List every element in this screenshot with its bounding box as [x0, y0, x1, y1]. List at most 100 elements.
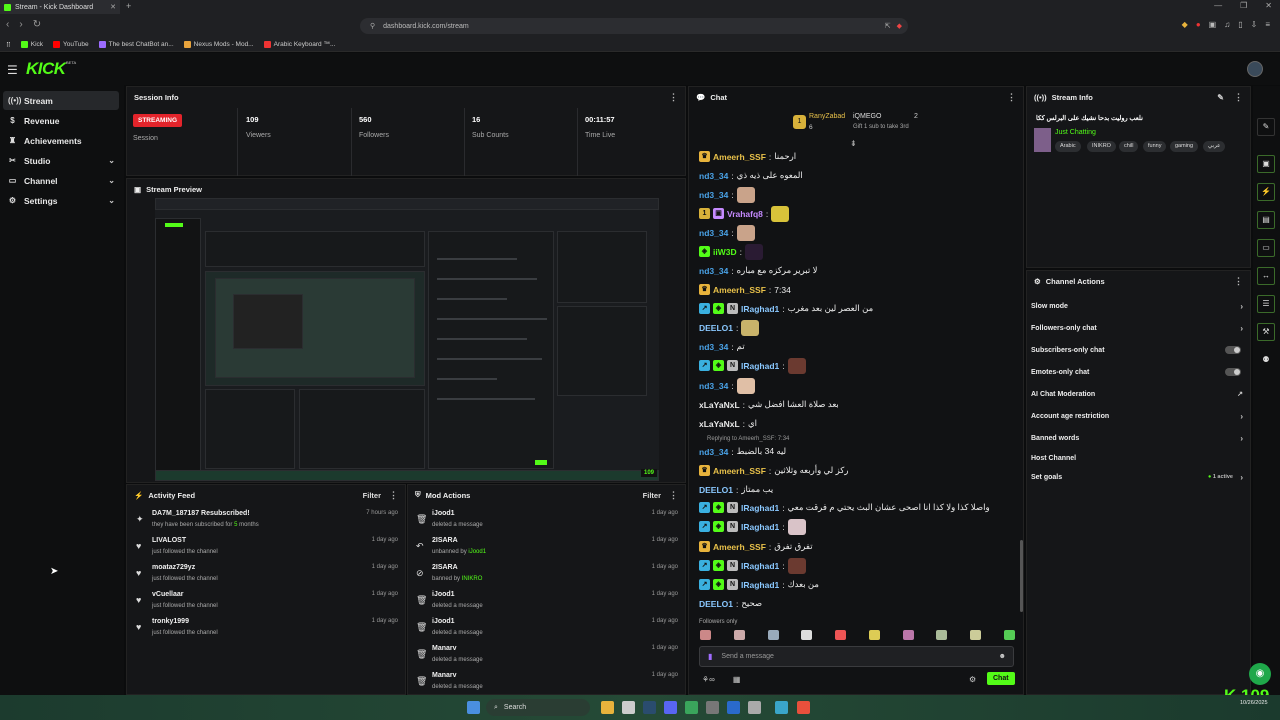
chat-message[interactable]: xLaYaNxL: بعد صلاة العشا افضل شي — [699, 396, 1019, 413]
activity-item[interactable]: ♥ LIVALOST just followed the channel 1 d… — [134, 537, 402, 563]
toggle-switch[interactable] — [1225, 346, 1241, 354]
more-options-icon[interactable]: ⋮ — [669, 490, 678, 501]
more-options-icon[interactable]: ⋮ — [389, 490, 398, 501]
chat-username[interactable]: xLaYaNxL — [699, 400, 740, 410]
emote-icon[interactable] — [1003, 630, 1015, 640]
chat-username[interactable]: nd3_34 — [699, 266, 728, 276]
chat-username[interactable]: nd3_34 — [699, 190, 728, 200]
more-options-icon[interactable]: ⋮ — [1007, 92, 1016, 103]
emote-icon[interactable] — [868, 630, 880, 640]
layers-icon[interactable]: ☰ — [1257, 295, 1275, 313]
forward-icon[interactable]: › — [19, 19, 22, 30]
chat-username[interactable]: nd3_34 — [699, 381, 728, 391]
emote-icon[interactable] — [835, 630, 847, 640]
channel-action-emotes-only-chat[interactable]: Emotes-only chat — [1031, 365, 1243, 379]
chat-message[interactable]: nd3_34: — [699, 186, 1019, 203]
kick-logo[interactable]: KICK — [26, 59, 66, 79]
edit-icon[interactable]: ✎ — [1217, 93, 1224, 102]
sidebar-item-studio[interactable]: ✂ Studio ⌄ — [3, 151, 119, 170]
bookmark[interactable]: The best ChatBot an... — [98, 41, 174, 48]
chat-message[interactable]: DEELO1: يب ممتاز — [699, 481, 1019, 498]
chat-username[interactable]: nd3_34 — [699, 342, 728, 352]
music-icon[interactable]: ♫ — [1224, 20, 1230, 29]
chat-username[interactable]: lRaghad1 — [741, 522, 779, 532]
hamburger-menu-icon[interactable]: ☰ — [7, 63, 18, 77]
chat-username[interactable]: lRaghad1 — [741, 580, 779, 590]
chat-message[interactable]: ◈ iiW3D: — [699, 243, 1019, 260]
start-icon[interactable] — [467, 701, 480, 714]
app-icon[interactable] — [622, 701, 635, 714]
mod-action-item[interactable]: 🗑 iJood1 deleted a message 1 day ago — [414, 510, 682, 536]
emote-icon[interactable] — [936, 630, 948, 640]
mod-action-item[interactable]: 🗑 iJood1 deleted a message 1 day ago — [414, 591, 682, 617]
sub-leaderboard[interactable]: 1 RanyZabad 6 iQMEGO 2 Gift 1 sub to tak… — [700, 110, 1020, 150]
folder-icon[interactable] — [601, 701, 614, 714]
chat-username[interactable]: DEELO1 — [699, 323, 733, 333]
channel-action-account-age-restriction[interactable]: Account age restriction › — [1031, 409, 1243, 423]
emote-icon[interactable] — [801, 630, 813, 640]
discord-icon[interactable] — [664, 701, 677, 714]
chat-username[interactable]: Ameerh_SSF — [713, 152, 766, 162]
reload-icon[interactable]: ↻ — [33, 19, 41, 30]
download-icon[interactable]: ⇩ — [1251, 20, 1258, 29]
bookmark[interactable]: YouTube — [53, 41, 89, 48]
chat-message[interactable]: nd3_34: — [699, 377, 1019, 394]
brave-icon[interactable] — [797, 701, 810, 714]
expand-arrows-icon[interactable]: ↔ — [1257, 267, 1275, 285]
emote-icon[interactable] — [700, 630, 711, 640]
close-window-icon[interactable]: ✕ — [1265, 1, 1272, 10]
chat-message[interactable]: DEELO1: صحيح — [699, 595, 1019, 612]
chat-message[interactable]: nd3_34: المعوه على ذيه ذي — [699, 167, 1019, 184]
chat-message[interactable]: ↗ ◈ NlRaghad1: من بعدك — [699, 576, 1019, 593]
taskbar-search[interactable]: ⌕ Search — [486, 699, 590, 716]
chat-message[interactable]: ♛ Ameerh_SSF:7:34 — [699, 281, 1019, 298]
chat-username[interactable]: Ameerh_SSF — [713, 542, 766, 552]
extension-icon[interactable]: ● — [1196, 20, 1201, 29]
chat-username[interactable]: xLaYaNxL — [699, 419, 740, 429]
channel-action-followers-only-chat[interactable]: Followers-only chat › — [1031, 321, 1243, 335]
chat-bubble-icon[interactable]: ▭ — [1257, 239, 1275, 257]
chat-message[interactable]: 1 ▣ Vrahafq8: — [699, 205, 1019, 222]
bolt-icon[interactable]: ⚡ — [1257, 183, 1275, 201]
wallet-icon[interactable]: ◆ — [1182, 20, 1188, 29]
app-icon[interactable] — [685, 701, 698, 714]
channel-action-ai-chat-moderation[interactable]: AI Chat Moderation ↗ — [1031, 387, 1243, 401]
more-options-icon[interactable]: ⋮ — [669, 92, 678, 103]
calendar-icon[interactable]: ▦ — [733, 675, 741, 684]
browser-tab[interactable]: Stream - Kick Dashboard ✕ — [0, 0, 120, 14]
app-icon[interactable] — [748, 701, 761, 714]
sidebar-item-revenue[interactable]: $ Revenue — [3, 111, 119, 130]
chat-message[interactable]: ↗ ◈ NlRaghad1: — [699, 557, 1019, 574]
filter-button[interactable]: Filter — [643, 491, 661, 500]
chat-username[interactable]: iiW3D — [713, 247, 737, 257]
chat-username[interactable]: lRaghad1 — [741, 561, 779, 571]
bot-icon[interactable]: ⚘∞ — [702, 675, 715, 684]
chat-username[interactable]: nd3_34 — [699, 447, 728, 457]
bookmark[interactable]: Arabic Keyboard ™... — [263, 41, 335, 48]
channel-action-subscribers-only-chat[interactable]: Subscribers-only chat — [1031, 343, 1243, 357]
chat-message[interactable]: nd3_34: تم — [699, 338, 1019, 355]
emote-icon[interactable] — [970, 630, 982, 640]
chat-scrollbar[interactable] — [1020, 540, 1023, 612]
steam-icon[interactable] — [643, 701, 656, 714]
wrench-icon[interactable]: ⚒ — [1257, 323, 1275, 341]
extension-icon[interactable]: ▣ — [1209, 20, 1217, 29]
chat-username[interactable]: DEELO1 — [699, 599, 733, 609]
chat-message[interactable]: ♛ Ameerh_SSF: ارحمنا — [699, 148, 1019, 165]
chat-username[interactable]: Vrahafq8 — [727, 209, 763, 219]
activity-item[interactable]: ♥ moataz729yz just followed the channel … — [134, 564, 402, 590]
apps-icon[interactable]: ⠿ — [6, 41, 11, 49]
sidebar-item-settings[interactable]: ⚙ Settings ⌄ — [3, 191, 119, 210]
chat-username[interactable]: nd3_34 — [699, 171, 728, 181]
close-tab-icon[interactable]: ✕ — [110, 3, 116, 11]
chat-username[interactable]: nd3_34 — [699, 228, 728, 238]
filter-button[interactable]: Filter — [363, 491, 381, 500]
chat-username[interactable]: Ameerh_SSF — [713, 466, 766, 476]
chat-bubble-icon[interactable]: ◉ — [1249, 663, 1271, 685]
chat-settings-gear-icon[interactable]: ⚙ — [969, 675, 976, 684]
emote-icon[interactable] — [733, 630, 745, 640]
category-link[interactable]: Just Chatting — [1055, 129, 1096, 136]
site-info-icon[interactable]: ⚲ — [370, 22, 375, 30]
group-icon[interactable]: ⚉ — [1257, 351, 1275, 369]
sidebar-item-achievements[interactable]: ♜ Achievements — [3, 131, 119, 150]
